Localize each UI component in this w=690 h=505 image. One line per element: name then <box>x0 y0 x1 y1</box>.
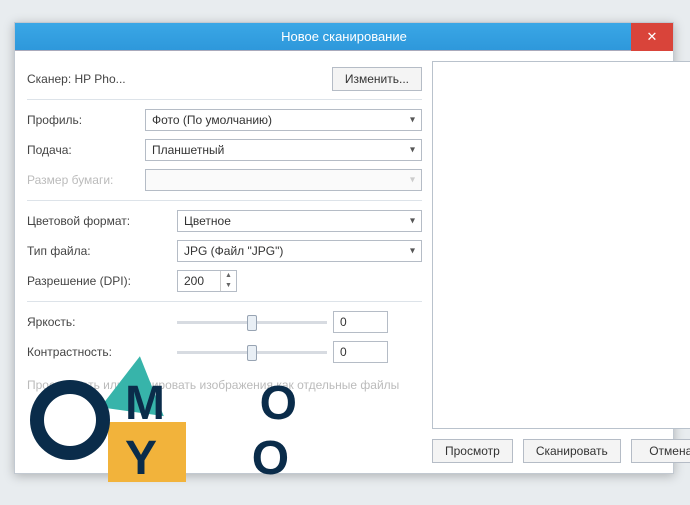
paper-label: Размер бумаги: <box>27 173 145 187</box>
scan-button[interactable]: Сканировать <box>523 439 621 463</box>
change-scanner-button[interactable]: Изменить... <box>332 67 422 91</box>
right-panel: Просмотр Сканировать Отмена <box>432 61 690 463</box>
slider-thumb[interactable] <box>247 345 257 361</box>
feed-select[interactable]: Планшетный ▾ <box>145 139 422 161</box>
preview-button[interactable]: Просмотр <box>432 439 513 463</box>
spinner-buttons[interactable]: ▲ ▼ <box>220 271 236 291</box>
contrast-input[interactable]: 0 <box>333 341 388 363</box>
color-select[interactable]: Цветное ▾ <box>177 210 422 232</box>
left-panel: Сканер: HP Pho... Изменить... Профиль: Ф… <box>27 61 422 463</box>
brightness-label: Яркость: <box>27 315 177 329</box>
profile-value: Фото (По умолчанию) <box>152 113 272 127</box>
color-value: Цветное <box>184 214 231 228</box>
contrast-value: 0 <box>340 345 347 359</box>
title-bar: Новое сканирование ✕ <box>15 23 673 51</box>
brightness-slider[interactable] <box>177 312 327 332</box>
contrast-label: Контрастность: <box>27 345 177 359</box>
brightness-input[interactable]: 0 <box>333 311 388 333</box>
feed-label: Подача: <box>27 143 145 157</box>
chevron-down-icon: ▾ <box>410 216 415 227</box>
chevron-down-icon: ▾ <box>410 145 415 156</box>
scan-dialog: Новое сканирование ✕ Сканер: HP Pho... И… <box>14 22 674 474</box>
separator <box>27 200 422 201</box>
chevron-down-icon: ▾ <box>410 115 415 126</box>
dpi-value: 200 <box>184 274 204 288</box>
filetype-value: JPG (Файл "JPG") <box>184 244 283 258</box>
separator <box>27 99 422 100</box>
dpi-label: Разрешение (DPI): <box>27 274 177 288</box>
chevron-down-icon: ▾ <box>410 246 415 257</box>
chevron-down-icon: ▾ <box>410 175 415 186</box>
profile-select[interactable]: Фото (По умолчанию) ▾ <box>145 109 422 131</box>
filetype-label: Тип файла: <box>27 244 177 258</box>
brightness-value: 0 <box>340 315 347 329</box>
filetype-select[interactable]: JPG (Файл "JPG") ▾ <box>177 240 422 262</box>
paper-select: ▾ <box>145 169 422 191</box>
button-row: Просмотр Сканировать Отмена <box>432 429 690 463</box>
close-button[interactable]: ✕ <box>631 23 673 51</box>
dpi-spinner[interactable]: 200 ▲ ▼ <box>177 270 237 292</box>
spinner-down-icon: ▼ <box>221 281 236 291</box>
scanner-label: Сканер: HP Pho... <box>27 72 126 86</box>
spinner-up-icon: ▲ <box>221 271 236 281</box>
feed-value: Планшетный <box>152 143 224 157</box>
separate-files-checkbox-label: Просмотреть или сканировать изображения … <box>27 378 399 394</box>
close-icon: ✕ <box>647 29 658 44</box>
contrast-slider[interactable] <box>177 342 327 362</box>
separator <box>27 301 422 302</box>
color-label: Цветовой формат: <box>27 214 177 228</box>
profile-label: Профиль: <box>27 113 145 127</box>
dialog-body: Сканер: HP Pho... Изменить... Профиль: Ф… <box>15 51 673 473</box>
cancel-button[interactable]: Отмена <box>631 439 690 463</box>
slider-track <box>177 321 327 324</box>
slider-thumb[interactable] <box>247 315 257 331</box>
window-title: Новое сканирование <box>281 29 407 44</box>
slider-track <box>177 351 327 354</box>
preview-area <box>432 61 690 429</box>
